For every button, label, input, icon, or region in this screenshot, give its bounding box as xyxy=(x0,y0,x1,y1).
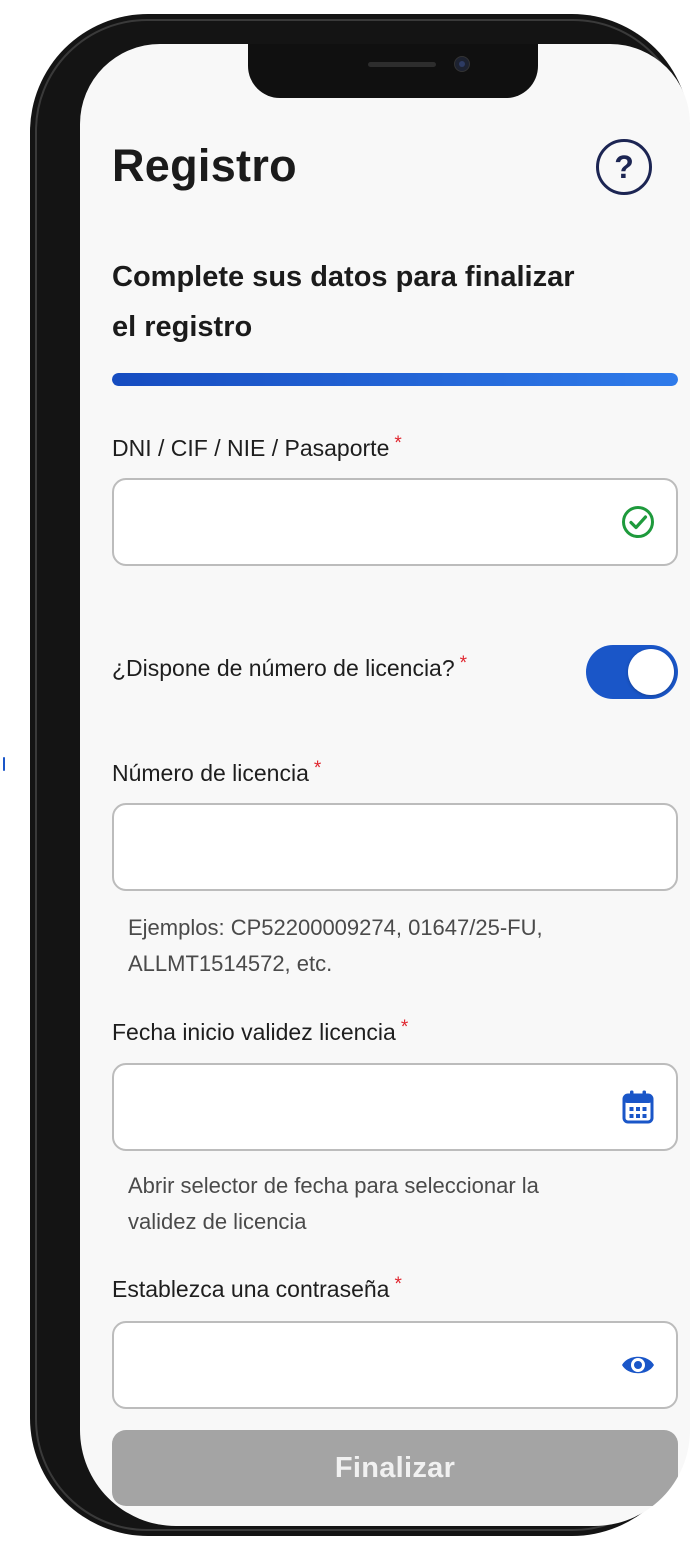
dni-input[interactable] xyxy=(112,478,678,566)
license-number-label: Número de licencia * xyxy=(112,758,322,787)
calendar-icon[interactable] xyxy=(620,1089,656,1125)
required-marker: * xyxy=(394,1274,402,1295)
eye-icon[interactable] xyxy=(620,1347,656,1383)
progress-bar xyxy=(112,373,678,386)
finalizar-button[interactable]: Finalizar xyxy=(112,1430,678,1506)
license-number-label-text: Número de licencia xyxy=(112,760,309,786)
password-label-text: Establezca una contraseña xyxy=(112,1276,390,1302)
required-marker: * xyxy=(400,1017,409,1038)
toggle-knob xyxy=(628,649,674,695)
password-label: Establezca una contraseña * xyxy=(112,1274,402,1303)
license-start-label-text: Fecha inicio validez licencia xyxy=(112,1019,396,1045)
help-button[interactable]: ? xyxy=(596,139,652,195)
license-toggle-label-text: ¿Dispone de número de licencia? xyxy=(112,655,455,681)
license-number-hint: Ejemplos: CP52200009274, 01647/25-FU, AL… xyxy=(128,915,543,976)
license-start-hint: Abrir selector de fecha para seleccionar… xyxy=(128,1173,539,1234)
question-circle-icon: ? xyxy=(614,148,634,185)
dni-label-text: DNI / CIF / NIE / Pasaporte xyxy=(112,435,390,461)
license-start-date-input[interactable] xyxy=(112,1063,678,1151)
license-toggle-label: ¿Dispone de número de licencia? * xyxy=(112,653,468,682)
phone-frame: Registro ? Complete sus datos para final… xyxy=(30,14,690,1536)
notch xyxy=(248,44,538,98)
page-title: Registro xyxy=(112,140,297,191)
screen: Registro ? Complete sus datos para final… xyxy=(80,44,690,1526)
progress-bar-fill xyxy=(112,373,678,386)
license-number-input[interactable] xyxy=(112,803,678,891)
dni-label: DNI / CIF / NIE / Pasaporte * xyxy=(112,433,402,462)
speaker-grille xyxy=(368,62,436,67)
side-marker xyxy=(3,757,5,771)
license-start-label: Fecha inicio validez licencia * xyxy=(112,1017,409,1046)
check-circle-icon xyxy=(620,504,656,540)
required-marker: * xyxy=(394,433,402,454)
password-input[interactable] xyxy=(112,1321,678,1409)
page-subtitle: Complete sus datos para finalizar el reg… xyxy=(112,261,575,343)
page: Registro ? Complete sus datos para final… xyxy=(0,0,691,1542)
required-marker: * xyxy=(313,758,322,779)
license-toggle-switch[interactable] xyxy=(586,645,678,699)
required-marker: * xyxy=(459,653,468,674)
camera-icon xyxy=(454,56,470,72)
